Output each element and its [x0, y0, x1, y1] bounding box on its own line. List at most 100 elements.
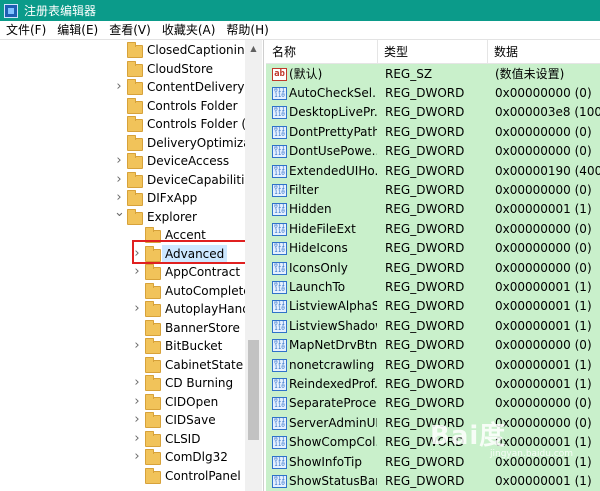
scroll-up-arrow-icon[interactable]: ▲ — [245, 40, 262, 57]
tree-item[interactable]: ⌄ Explorer — [0, 206, 245, 227]
tree-item[interactable]: ClosedCaptioning — [0, 41, 252, 60]
tree-item[interactable]: › AutoplayHandle — [0, 300, 261, 319]
tree-item[interactable]: BannerStore — [0, 319, 245, 338]
chevron-right-icon[interactable]: › — [132, 339, 142, 352]
folder-icon — [145, 449, 161, 465]
tree-item-label: ClosedCaptioning — [147, 43, 253, 57]
menu-favorites[interactable]: 收藏夹(A) — [156, 21, 221, 39]
value-data: 0x00000000 (0) — [495, 183, 592, 198]
menu-view[interactable]: 查看(V) — [103, 21, 156, 39]
registry-value-row[interactable]: 011 110 ExtendedUIHo... REG_DWORD 0x0000019… — [266, 162, 600, 181]
chevron-right-icon[interactable]: › — [114, 173, 124, 186]
registry-value-row[interactable]: 011 110 IconsOnly REG_DWORD 0x00000000 (0) — [266, 259, 600, 278]
chevron-down-icon[interactable]: ⌄ — [114, 206, 125, 219]
value-name: AutoCheckSel... — [289, 86, 377, 101]
registry-value-row[interactable]: 011 110 ServerAdminUI REG_DWORD 0x00000000 … — [266, 414, 600, 433]
registry-value-row[interactable]: 011 110 HideFileExt REG_DWORD 0x00000000 (0… — [266, 220, 600, 239]
tree-item[interactable]: Controls Folder — [0, 97, 245, 116]
column-header-type[interactable]: 类型 — [378, 40, 488, 64]
menu-help[interactable]: 帮助(H) — [220, 21, 273, 39]
scrollbar-thumb[interactable] — [248, 340, 259, 440]
chevron-right-icon[interactable]: › — [114, 191, 124, 204]
registry-value-row[interactable]: 011 110 DesktopLivePr... REG_DWORD 0x000003… — [266, 103, 600, 122]
tree-item[interactable]: › AppContract — [0, 263, 245, 282]
value-name: DontPrettyPath — [289, 124, 377, 139]
value-type: REG_DWORD — [385, 396, 465, 411]
chevron-right-icon[interactable]: › — [132, 432, 142, 445]
chevron-right-icon[interactable]: › — [132, 376, 142, 389]
registry-value-row[interactable]: 011 110 DontPrettyPath REG_DWORD 0x00000000… — [266, 123, 600, 142]
registry-value-row[interactable]: 011 110SeparateProce... REG_DWORD 0x000000… — [266, 394, 600, 413]
registry-value-row[interactable]: 011 110 ShowInfoTip REG_DWORD 0x00000001 (1… — [266, 453, 600, 472]
value-data: 0x00000000 (0) — [495, 241, 592, 256]
registry-value-row[interactable]: 011 110 Filter REG_DWORD 0x00000000 (0) — [266, 181, 600, 200]
tree-item[interactable]: › DeviceCapabilities — [0, 171, 258, 190]
tree-item[interactable]: ControlPanel — [0, 467, 245, 486]
registry-value-row[interactable]: 011 110ShowCompCol... REG_DWORD 0x00000001… — [266, 433, 600, 452]
value-data: 0x00000000 (0) — [495, 221, 592, 236]
chevron-right-icon[interactable]: › — [132, 302, 142, 315]
value-name: ShowInfoTip — [289, 454, 363, 469]
tree-item[interactable]: CloudStore — [0, 60, 245, 79]
registry-value-row[interactable]: 011 110 HideIcons REG_DWORD 0x00000000 (0) — [266, 239, 600, 258]
chevron-right-icon[interactable]: › — [114, 154, 124, 167]
tree-item[interactable]: › CIDOpen — [0, 393, 245, 412]
registry-value-row[interactable]: 011 110 ListviewShadow REG_DWORD 0x00000001… — [266, 317, 600, 336]
tree-item[interactable]: › BitBucket — [0, 337, 245, 356]
folder-icon — [127, 60, 143, 77]
string-value-icon: ab — [272, 67, 287, 81]
chevron-right-icon[interactable]: › — [132, 450, 142, 463]
tree-item-label: Controls Folder (W — [147, 117, 258, 131]
tree-item[interactable]: › ComDlg32 — [0, 448, 245, 467]
value-name: HideFileExt — [289, 221, 356, 236]
tree-item[interactable]: Controls Folder (W — [0, 115, 258, 134]
chevron-right-icon[interactable]: › — [132, 395, 142, 408]
tree-item[interactable]: › DeviceAccess — [0, 152, 245, 171]
menu-file[interactable]: 文件(F) — [0, 21, 51, 39]
folder-icon — [145, 282, 161, 299]
binary-value-icon: 011 110 — [272, 300, 287, 314]
tree-item[interactable]: CabinetState — [0, 356, 245, 375]
registry-value-row[interactable]: 011 110 Hidden REG_DWORD 0x00000001 (1) — [266, 200, 600, 219]
tree-vertical-scrollbar[interactable]: ▲ — [245, 40, 262, 491]
binary-value-icon: 011 110 — [272, 436, 287, 450]
folder-icon — [127, 79, 143, 95]
tree-item[interactable]: DeliveryOptimizati — [0, 134, 259, 153]
registry-value-row[interactable]: 011 110 DontUsePowe... REG_DWORD 0x00000000… — [266, 142, 600, 161]
column-header-name[interactable]: 名称 — [266, 40, 378, 64]
value-type: REG_DWORD — [385, 163, 465, 178]
registry-value-row[interactable]: 011 110 AutoCheckSel... REG_DWORD 0x0000000… — [266, 84, 600, 103]
menu-edit[interactable]: 编辑(E) — [51, 21, 103, 39]
binary-value-icon: 011 110 — [272, 377, 287, 391]
registry-value-row[interactable]: ab (默认) REG_SZ (数值未设置) — [266, 65, 600, 84]
tree-item[interactable]: › CLSID — [0, 430, 245, 449]
registry-value-row[interactable]: 011 110 LaunchTo REG_DWORD 0x00000001 (1) — [266, 278, 600, 297]
registry-key-tree[interactable]: ClosedCaptioning CloudStore › ContentDelive… — [0, 40, 264, 491]
folder-icon — [145, 430, 161, 447]
value-name: nonetcrawling — [289, 357, 375, 372]
tree-item[interactable]: › CIDSave — [0, 411, 245, 430]
tree-item[interactable]: › ContentDeliveryMa — [0, 78, 262, 97]
chevron-right-icon[interactable]: › — [132, 265, 142, 278]
registry-value-row[interactable]: 011 110 MapNetDrvBtn REG_DWORD 0x00000000 (… — [266, 336, 600, 355]
value-data: 0x00000001 (1) — [495, 357, 592, 372]
tree-item-label: DeviceCapabilities — [147, 172, 259, 187]
registry-value-row[interactable]: 011 110ListviewAlphaS... REG_DWORD 0x00000… — [266, 297, 600, 316]
registry-values-list: 名称 类型 数据 ab (默认) REG_SZ (数值未设置) 011 110 AutoC… — [266, 40, 600, 491]
registry-value-row[interactable]: 011 110 ShowStatusBar REG_DWORD 0x00000001 … — [266, 472, 600, 491]
value-name: ExtendedUIHo... — [289, 163, 377, 178]
folder-icon — [127, 190, 143, 206]
registry-value-row[interactable]: 011 110 nonetcrawling REG_DWORD 0x00000001 … — [266, 356, 600, 375]
value-name: HideIcons — [289, 241, 348, 256]
chevron-right-icon[interactable]: › — [114, 80, 124, 93]
tree-item[interactable]: AutoComplete — [0, 282, 251, 301]
tree-item[interactable]: › CD Burning — [0, 374, 245, 393]
binary-value-icon: 011 110 — [272, 106, 287, 120]
registry-value-row[interactable]: 011 110 ReindexedProf... REG_DWORD 0x000000… — [266, 375, 600, 394]
binary-value-icon: 011 110 — [272, 474, 287, 488]
column-header-data[interactable]: 数据 — [488, 40, 600, 64]
chevron-right-icon[interactable]: › — [132, 413, 142, 426]
binary-value-icon: 011 110 — [272, 261, 287, 275]
value-type: REG_DWORD — [385, 474, 465, 489]
